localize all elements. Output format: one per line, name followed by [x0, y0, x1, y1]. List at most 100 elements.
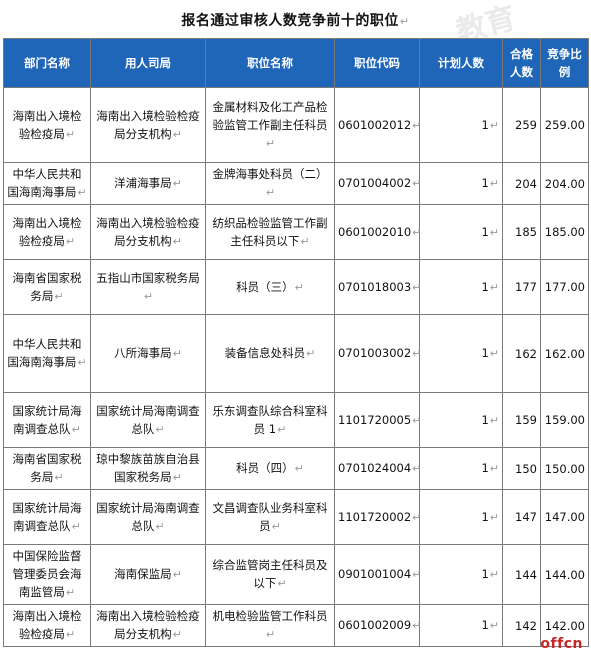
cell-employer: 海南出入境检验检疫局分支机构↵: [90, 604, 206, 647]
cell-employer: 海南出入境检验检疫局分支机构↵: [90, 87, 206, 163]
cell-plan-text: 1: [481, 618, 489, 632]
paragraph-mark-icon: ↵: [71, 422, 81, 436]
cell-position-text: 文昌调查队业务科室科员: [212, 500, 328, 533]
table-row: 中华人民共和国海南海事局↵ 洋浦海事局↵ 金牌海事处科员（二）↵ 0701004002…: [3, 162, 589, 205]
cell-code: 0701018003↵: [334, 259, 421, 315]
cell-employer-text: 洋浦海事局: [114, 176, 172, 190]
cell-passed: 142: [502, 604, 541, 647]
table-row: 海南出入境检验检疫局↵ 海南出入境检验检疫局分支机构↵ 机电检验监管工作科员↵ 060…: [3, 604, 589, 647]
cell-dept: 海南出入境检验检疫局↵: [3, 87, 91, 163]
cell-passed-text: 150: [515, 461, 537, 476]
paragraph-mark-icon: ↵: [54, 289, 64, 303]
cell-plan-text: 1: [481, 279, 489, 294]
cell-passed: 185: [502, 204, 541, 260]
cell-passed: 144: [502, 544, 541, 605]
cell-code: 0601002009↵: [334, 604, 422, 647]
paragraph-mark-icon: ↵: [172, 127, 182, 141]
cell-code-text: 0601002010: [338, 224, 412, 239]
cell-plan-text: 1: [481, 117, 489, 132]
cell-plan: 1↵: [419, 314, 503, 393]
cell-code: 0901001004↵: [334, 544, 422, 605]
page-title: 报名通过审核人数竞争前十的职位↵: [0, 10, 591, 30]
cell-ratio: 204.00: [540, 162, 589, 205]
paragraph-mark-icon: ↵: [412, 462, 422, 475]
paragraph-mark-icon: ↵: [306, 347, 316, 360]
header-position: 职位名称: [205, 38, 335, 88]
cell-passed-text: 185: [515, 225, 537, 239]
cell-position: 科员（三）↵: [205, 259, 335, 315]
cell-code-text: 0601002012: [338, 117, 412, 132]
cell-code: 1101720005↵: [334, 392, 422, 448]
paragraph-mark-icon: ↵: [489, 568, 499, 581]
table-row: 中国保险监督管理委员会海南监管局↵ 海南保监局↵ 综合监管岗主任科员及以下↵ 0901…: [3, 544, 589, 605]
paragraph-mark-icon: ↵: [277, 577, 287, 590]
table-row: 海南出入境检验检疫局↵ 海南出入境检验检疫局分支机构↵ 金属材料及化工产品检验监管工…: [3, 87, 589, 163]
cell-employer: 海南保监局↵: [90, 544, 206, 605]
cell-ratio-text: 142.00: [544, 618, 585, 633]
paragraph-mark-icon: ↵: [172, 471, 182, 484]
cell-position-text: 金牌海事处科员（二）: [212, 167, 328, 181]
paragraph-mark-icon: ↵: [399, 15, 410, 28]
cell-passed: 159: [502, 392, 541, 448]
offcn-logo: offcn: [540, 636, 583, 652]
cell-ratio: 259.00: [540, 87, 589, 163]
table-row: 国家统计局海南调查总队↵ 国家统计局海南调查总队↵ 乐东调查队综合科室科员 1↵ 11…: [3, 392, 589, 448]
cell-passed-text: 147: [515, 510, 537, 524]
cell-employer: 海南出入境检验检疫局分支机构↵: [90, 204, 206, 260]
cell-position: 纺织品检验监管工作副主任科员以下↵: [205, 204, 335, 260]
cell-plan: 1↵: [419, 259, 503, 315]
paragraph-mark-icon: ↵: [300, 234, 310, 248]
paragraph-mark-icon: ↵: [489, 510, 499, 524]
cell-passed: 147: [502, 489, 541, 545]
cell-plan: 1↵: [419, 544, 503, 605]
cell-ratio-text: 185.00: [544, 225, 585, 239]
cell-ratio: 162.00: [540, 314, 589, 393]
cell-plan-text: 1: [481, 176, 489, 190]
cell-plan-text: 1: [481, 509, 489, 524]
paragraph-mark-icon: ↵: [412, 510, 422, 524]
paragraph-mark-icon: ↵: [65, 628, 76, 641]
paragraph-mark-icon: ↵: [412, 413, 422, 427]
table-row: 国家统计局海南调查总队↵ 国家统计局海南调查总队↵ 文昌调查队业务科室科员↵ 1101…: [3, 489, 589, 545]
cell-passed-text: 204: [515, 176, 537, 191]
paragraph-mark-icon: ↵: [412, 619, 422, 632]
paragraph-mark-icon: ↵: [277, 422, 287, 436]
cell-plan: 1↵: [419, 87, 503, 163]
cell-plan: 1↵: [419, 162, 503, 205]
cell-employer-text: 五指山市国家税务局: [96, 270, 200, 285]
cell-position-text: 综合监管岗主任科员及以下: [212, 558, 328, 590]
cell-ratio: 147.00: [540, 489, 589, 545]
cell-code: 0701004002↵: [334, 162, 422, 205]
cell-position: 装备信息处科员↵: [205, 314, 335, 393]
paragraph-mark-icon: ↵: [172, 568, 182, 581]
cell-ratio-text: 147.00: [544, 510, 585, 524]
header-code: 职位代码: [334, 38, 420, 88]
paragraph-mark-icon: ↵: [412, 568, 422, 581]
paragraph-mark-icon: ↵: [412, 177, 422, 190]
cell-code-text: 0701004002: [338, 176, 412, 190]
header-ratio: 竞争比例: [540, 38, 589, 88]
cell-plan: 1↵: [419, 604, 503, 647]
cell-dept-text: 中华人民共和国海南海事局: [7, 337, 82, 369]
cell-position: 文昌调查队业务科室科员↵: [205, 489, 335, 545]
cell-code-text: 0701003002: [338, 346, 412, 360]
paragraph-mark-icon: ↵: [265, 186, 276, 199]
cell-code: 0701024004↵: [334, 447, 422, 490]
cell-code: 0701003002↵: [334, 314, 421, 393]
cell-code: 0601002012↵: [334, 87, 421, 163]
cell-employer: 八所海事局↵: [90, 314, 206, 393]
paragraph-mark-icon: ↵: [294, 280, 304, 294]
cell-plan: 1↵: [419, 447, 503, 490]
cell-dept-text: 海南省国家税务局: [12, 452, 82, 484]
cell-dept: 海南省国家税务局↵: [3, 259, 91, 315]
cell-plan: 1↵: [419, 489, 503, 545]
cell-position: 机电检验监管工作科员 ↵: [205, 604, 335, 647]
cell-code-text: 0701018003: [338, 279, 412, 294]
cell-passed-text: 259: [515, 118, 537, 132]
paragraph-mark-icon: ↵: [265, 628, 276, 641]
cell-dept-text: 海南省国家税务局: [12, 270, 82, 303]
cell-dept: 中华人民共和国海南海事局↵: [3, 314, 91, 393]
cell-passed-text: 159: [515, 413, 537, 427]
cell-dept-text: 中华人民共和国海南海事局: [7, 167, 82, 199]
cell-position-text: 科员（三）: [236, 279, 294, 294]
